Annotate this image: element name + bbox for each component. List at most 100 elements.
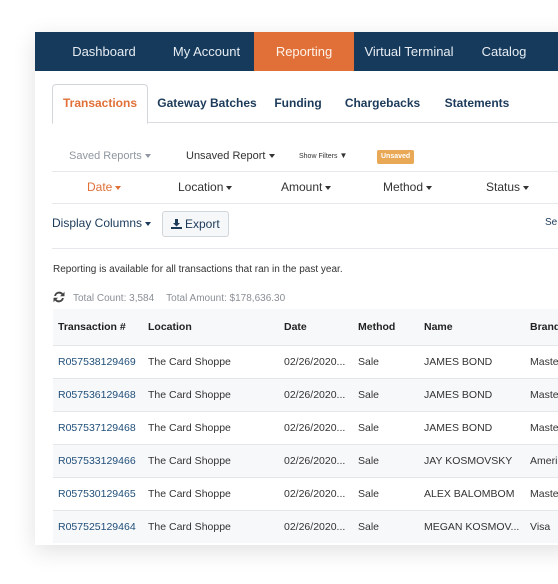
refresh-icon[interactable]	[53, 291, 65, 303]
filter-icon: ▼	[339, 151, 348, 160]
column-header-name[interactable]: Name	[424, 309, 453, 345]
tab-funding[interactable]: Funding	[268, 85, 328, 122]
tab-chargebacks[interactable]: Chargebacks	[335, 85, 430, 122]
saved-reports-label: Saved Reports	[69, 150, 142, 162]
cell-method: Sale	[358, 488, 380, 500]
table-row[interactable]: R057530129465 The Card Shoppe 02/26/2020..…	[53, 477, 558, 510]
filter-method[interactable]: Method	[383, 173, 433, 201]
cell-brand: Ameri	[530, 455, 558, 467]
cell-date: 02/26/2020...	[284, 389, 346, 401]
column-header-location[interactable]: Location	[148, 309, 192, 345]
chevron-down-icon	[325, 185, 332, 190]
column-header-method[interactable]: Method	[358, 309, 395, 345]
cell-date: 02/26/2020...	[284, 455, 346, 467]
filter-amount-label: Amount	[281, 180, 323, 194]
cell-location: The Card Shoppe	[148, 521, 231, 533]
cell-brand: Maste	[530, 389, 558, 401]
column-header-transaction[interactable]: Transaction #	[58, 309, 126, 345]
total-amount: Total Amount: $178,636.30	[166, 293, 286, 304]
chevron-down-icon	[523, 185, 530, 190]
total-count: Total Count: 3,584	[73, 293, 155, 304]
filter-status-label: Status	[486, 180, 521, 194]
saved-reports-dropdown[interactable]: Saved Reports	[69, 142, 151, 170]
table-row[interactable]: R057536129468 The Card Shoppe 02/26/2020..…	[53, 378, 558, 411]
cell-method: Sale	[358, 389, 380, 401]
table-row[interactable]: R057533129466 The Card Shoppe 02/26/2020..…	[53, 444, 558, 477]
nav-dashboard[interactable]: Dashboard	[49, 32, 159, 71]
table-toolbar: Display Columns Export Se	[52, 210, 558, 240]
nav-catalog[interactable]: Catalog	[464, 32, 544, 71]
cell-date: 02/26/2020...	[284, 521, 346, 533]
tab-gateway-batches[interactable]: Gateway Batches	[152, 85, 262, 122]
cell-date: 02/26/2020...	[284, 488, 346, 500]
report-tabs: Transactions Gateway Batches Funding Cha…	[35, 71, 558, 124]
cell-name: JAMES BOND	[424, 356, 493, 368]
unsaved-badge: Unsaved	[377, 150, 415, 164]
report-bar: Saved Reports Unsaved Report Show Filter…	[52, 142, 558, 170]
cell-name: ALEX BALOMBOM	[424, 488, 515, 500]
table-row[interactable]: R057525129464 The Card Shoppe 02/26/2020..…	[53, 510, 558, 543]
tab-transactions[interactable]: Transactions	[52, 84, 148, 124]
filter-date[interactable]: Date	[87, 173, 122, 201]
cell-date: 02/26/2020...	[284, 356, 346, 368]
chevron-down-icon	[226, 185, 233, 190]
cell-method: Sale	[358, 356, 380, 368]
unsaved-report-dropdown[interactable]: Unsaved Report	[186, 142, 275, 170]
cell-method: Sale	[358, 422, 380, 434]
cell-date: 02/26/2020...	[284, 422, 346, 434]
export-label: Export	[185, 217, 220, 231]
cell-transaction-id[interactable]: R057525129464	[58, 511, 136, 544]
cell-name: MEGAN KOSMOV...	[424, 521, 520, 533]
filter-status[interactable]: Status	[486, 173, 530, 201]
divider	[52, 248, 558, 249]
download-icon	[171, 219, 182, 229]
filter-location-label: Location	[178, 180, 224, 194]
column-header-date[interactable]: Date	[284, 309, 307, 345]
cell-method: Sale	[358, 455, 380, 467]
totals-bar: Total Count: 3,584 Total Amount: $178,636…	[53, 291, 297, 304]
display-columns-label: Display Columns	[52, 216, 143, 230]
filter-location[interactable]: Location	[178, 173, 233, 201]
table-row[interactable]: R057538129469 The Card Shoppe 02/26/2020..…	[53, 345, 558, 378]
table-header: Transaction # Location Date Method Name …	[53, 309, 558, 345]
filter-bar: Date Location Amount Method Status	[35, 173, 558, 201]
cell-transaction-id[interactable]: R057530129465	[58, 478, 136, 511]
filter-amount[interactable]: Amount	[281, 173, 332, 201]
cell-brand: Maste	[530, 422, 558, 434]
nav-my-account[interactable]: My Account	[159, 32, 254, 71]
cell-brand: Maste	[530, 356, 558, 368]
cell-brand: Visa	[530, 521, 551, 533]
reporting-panel: Dashboard My Account Reporting Virtual T…	[35, 32, 558, 545]
chevron-down-icon	[145, 221, 152, 226]
cell-location: The Card Shoppe	[148, 422, 231, 434]
show-filters-label: Show Filters	[299, 153, 338, 160]
show-filters-button[interactable]: Show Filters ▼	[299, 142, 347, 171]
chevron-down-icon	[426, 185, 433, 190]
display-columns-dropdown[interactable]: Display Columns	[52, 210, 152, 236]
chevron-down-icon	[115, 185, 122, 190]
cell-method: Sale	[358, 521, 380, 533]
table-row[interactable]: R057537129468 The Card Shoppe 02/26/2020..…	[53, 411, 558, 444]
tab-statements[interactable]: Statements	[437, 85, 517, 122]
cell-transaction-id[interactable]: R057536129468	[58, 379, 136, 412]
export-button[interactable]: Export	[162, 211, 229, 237]
table-body: R057538129469 The Card Shoppe 02/26/2020..…	[53, 345, 558, 543]
cell-name: JAY KOSMOVSKY	[424, 455, 513, 467]
column-header-brand[interactable]: Brand	[530, 309, 558, 345]
search-link[interactable]: Se	[545, 210, 557, 236]
cell-transaction-id[interactable]: R057538129469	[58, 346, 136, 379]
filter-date-label: Date	[87, 180, 113, 194]
nav-reporting[interactable]: Reporting	[254, 32, 354, 71]
chevron-down-icon	[268, 154, 275, 159]
filter-method-label: Method	[383, 180, 424, 194]
unsaved-report-label: Unsaved Report	[186, 150, 266, 162]
cell-location: The Card Shoppe	[148, 389, 231, 401]
cell-transaction-id[interactable]: R057533129466	[58, 445, 136, 478]
divider	[52, 203, 558, 204]
cell-transaction-id[interactable]: R057537129468	[58, 412, 136, 445]
cell-location: The Card Shoppe	[148, 356, 231, 368]
cell-location: The Card Shoppe	[148, 488, 231, 500]
main-nav: Dashboard My Account Reporting Virtual T…	[35, 32, 558, 71]
chevron-down-icon	[144, 154, 151, 159]
nav-virtual-terminal[interactable]: Virtual Terminal	[354, 32, 464, 71]
